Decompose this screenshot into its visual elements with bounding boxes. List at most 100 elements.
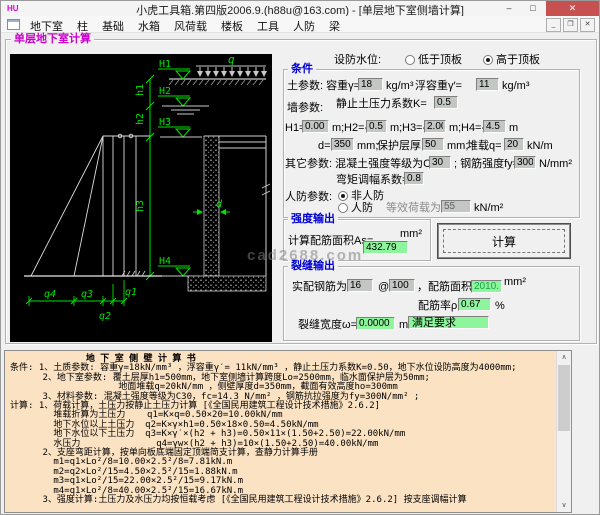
menu-watertank[interactable]: 水箱 [131,17,167,35]
scrollbar-thumb[interactable] [558,365,570,431]
civil-defense-label: 人防参数: [285,191,333,203]
buoyant-weight-label: 浮容重γ′= [415,80,462,92]
surcharge-input[interactable] [504,138,524,151]
report-scrollbar[interactable]: ∧ ∨ [556,351,571,512]
title-bar: HU 小虎工具箱.第四版2006.9.(h88u@163.com) - [单层地… [1,1,599,17]
radio-non-civil-defense[interactable] [338,191,348,201]
h1-input[interactable] [302,120,329,133]
h3-label: H3=- [402,122,427,134]
buoyant-weight-unit: kg/m³ [502,80,530,92]
actual-area-unit: mm² [504,276,526,288]
cover-label: 保护层厚 [377,140,421,152]
level-label-h1: H1 [159,59,171,70]
moment-factor-input[interactable] [404,172,424,185]
h4-input[interactable] [483,120,506,133]
calculate-button[interactable]: 计算 [437,223,571,259]
actual-area-field[interactable] [471,280,502,293]
crack-width-field[interactable] [356,317,395,330]
h2-unit: m; [390,122,403,134]
surcharge-q-label: 堆载q= [467,140,502,152]
fy-input[interactable] [514,156,536,169]
menu-tools[interactable]: 工具 [250,17,286,35]
dim-label-h3: h3 [135,200,146,212]
menu-civildefense[interactable]: 人防 [286,17,322,35]
thickness-input[interactable] [331,138,354,151]
close-button[interactable]: ✕ [546,1,599,16]
minimize-button[interactable]: – [498,1,520,16]
pressure-label-q1: q1 [125,287,137,298]
main-group-title: 单层地下室计算 [11,33,94,45]
app-window: HU 小虎工具箱.第四版2006.9.(h88u@163.com) - [单层地… [0,0,600,515]
report-text: 地 下 室 侧 壁 计 算 书 条件: 1、土质参数: 容重γ=18kN/mm³… [10,354,553,506]
report-textarea[interactable]: 地 下 室 侧 壁 计 算 书 条件: 1、土质参数: 容重γ=18kN/mm³… [4,350,572,513]
water-level-label: 设防水位: [334,54,382,66]
surcharge-label: q [228,54,235,66]
concrete-grade-input[interactable] [429,156,451,169]
ratio-unit: % [495,300,505,312]
wall-param-label: 墙参数: [287,102,324,114]
mdi-restore-button[interactable]: ❐ [563,18,578,32]
equiv-load-label: 等效荷载为 [386,202,441,214]
section-diagram-canvas: q H1 H2 H3 H4 h1 h2 h3 d q4 q3 q2 q1 [10,53,272,342]
radio-above-top-slab[interactable] [483,55,493,65]
h4-label: H4=- [461,122,486,134]
strength-group-title: 强度输出 [288,213,338,225]
mdi-window-buttons: _ ❐ ✕ [546,18,595,32]
radio-below-top-slab[interactable] [405,55,415,65]
pressure-label-q2: q2 [99,311,111,322]
verdict-badge: 满足要求 [408,316,489,329]
surcharge-unit: kN/m [527,140,553,152]
dim-label-h2: h2 [135,113,146,125]
h4-unit: m [509,122,519,134]
menu-foundation[interactable]: 基础 [95,17,131,35]
rebar-spacing-input[interactable] [389,279,415,292]
k0-label: 静止土压力系数K= [336,98,427,110]
mdi-close-button[interactable]: ✕ [580,18,595,32]
menu-beam[interactable]: 梁 [322,17,347,35]
as-unit: mm² [400,228,422,240]
moment-factor-label: 弯矩调幅系数= [336,174,409,186]
thickness-unit: mm; [357,140,379,152]
radio-non-civil-defense-label: 非人防 [351,190,384,202]
pressure-label-q4: q4 [44,289,56,300]
ratio-field[interactable] [458,298,491,311]
as-value-field[interactable] [363,241,408,254]
radio-civil-defense[interactable] [338,203,348,213]
equiv-load-input[interactable] [441,200,471,213]
maximize-button[interactable]: □ [522,1,544,16]
section-diagram: q H1 H2 H3 H4 h1 h2 h3 d q4 q3 q2 q1 [24,53,271,322]
level-label-h4: H4 [159,256,171,267]
buoyant-weight-input[interactable] [476,78,499,91]
scroll-up-icon[interactable]: ∧ [557,351,571,364]
scroll-down-icon[interactable]: ∨ [557,499,571,512]
h2-input[interactable] [366,120,387,133]
menu-windload[interactable]: 风荷载 [167,17,214,35]
unit-weight-unit: kg/m³ [386,80,414,92]
thickness-label-d: d= [318,140,331,152]
radio-below-top-slab-label: 低于顶板 [418,54,462,66]
crack-group-title: 裂缝输出 [288,260,338,272]
other-param-label: 其它参数: 混凝土强度等级为C [285,158,432,170]
dim-label-h1: h1 [135,84,146,96]
menu-slab[interactable]: 楼板 [214,17,250,35]
pressure-label-q3: q3 [81,289,93,300]
menu-bar: 地下室 柱 基础 水箱 风荷载 楼板 工具 人防 梁 _ ❐ ✕ [1,16,599,33]
h1-unit: m; [332,122,345,134]
report-line: 3、强度计算:土压力及水压力均按恒载考虑 [《全国民用建筑工程设计技术措施》2.… [10,495,467,506]
soil-param-label: 土参数: 容重γ= [287,80,361,92]
rebar-at-label: @ [378,281,390,293]
level-label-h2: H2 [159,86,171,97]
thickness-label: d [216,199,223,210]
fy-unit: N/mm² [539,158,572,170]
mdi-minimize-button[interactable]: _ [546,18,561,32]
level-label-h3: H3 [159,117,171,128]
cover-input[interactable] [422,138,444,151]
document-icon[interactable] [7,19,20,30]
unit-weight-input[interactable] [358,78,383,91]
k0-input[interactable] [434,96,458,109]
h2-label: H2=- [344,122,369,134]
equiv-load-unit: kN/m² [474,202,504,214]
h3-input[interactable] [424,120,446,133]
h3-unit: m; [449,122,462,134]
rebar-dia-input[interactable] [347,279,373,292]
